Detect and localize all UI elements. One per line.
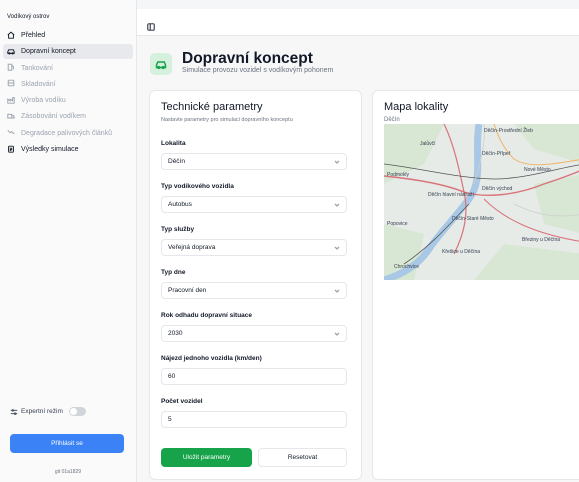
sidebar-item-tankovani[interactable]: Tankování <box>0 61 136 76</box>
sidebar-item-skladovani[interactable]: Skladování <box>0 77 136 92</box>
parameters-title: Technické parametry <box>161 101 263 113</box>
sidebar-item-prehled[interactable]: Přehled <box>0 28 136 43</box>
sidebar-item-label: Dopravní koncept <box>21 48 76 56</box>
map-label: Děčín-Přípeř <box>482 151 511 157</box>
sluzba-value: Veřejná doprava <box>168 244 216 251</box>
pocet-label: Počet vozidel <box>161 398 203 405</box>
map-label: Děčín-Staré Město <box>452 216 494 222</box>
den-select[interactable]: Pracovní den <box>161 282 347 299</box>
sidebar-item-vyroba-vodiku[interactable]: Výroba vodíku <box>0 93 136 108</box>
expert-mode-toggle[interactable] <box>68 407 86 416</box>
home-icon <box>7 31 17 41</box>
sidebar-item-degradace[interactable]: Degradace palivových článků <box>0 126 136 141</box>
map-graphic <box>384 124 579 280</box>
rok-select[interactable]: 2030 <box>161 325 347 342</box>
najezd-label: Nájezd jednoho vozidla (km/den) <box>161 355 262 362</box>
login-button[interactable]: Přihlásit se <box>10 434 124 453</box>
map-card: Mapa lokality Děčín Děčín-Prostřední Žle… <box>372 90 579 480</box>
parameters-card: Technické parametry Nastavte parametry p… <box>149 90 362 480</box>
page-title: Dopravní koncept <box>182 50 313 67</box>
map-subtitle: Děčín <box>384 117 400 123</box>
chevron-down-icon <box>334 202 340 208</box>
vozidlo-label: Typ vodíkového vozidla <box>161 183 234 190</box>
top-bar <box>137 9 579 36</box>
sluzba-select[interactable]: Veřejná doprava <box>161 239 347 256</box>
map-label: Březiny u Děčína <box>522 237 561 243</box>
lokalita-select[interactable]: Děčín <box>161 153 347 170</box>
location-map[interactable]: Děčín-Prostřední Žleb Jalůvčí Děčín-Příp… <box>384 124 579 280</box>
map-label: Děčín hlavní nádraží <box>428 192 474 198</box>
map-label: Popovice <box>387 221 408 227</box>
save-button[interactable]: Uložit parametry <box>161 448 252 467</box>
chevron-down-icon <box>334 245 340 251</box>
parameters-description: Nastavte parametry pro simulaci dopravní… <box>161 117 293 123</box>
sidebar-item-dopravni-koncept[interactable]: Dopravní koncept <box>3 44 133 60</box>
rok-value: 2030 <box>168 330 183 337</box>
sidebar-item-label: Výroba vodíku <box>21 97 66 105</box>
lokalita-label: Lokalita <box>161 140 186 147</box>
expert-mode-label: Expertní režim <box>21 408 63 415</box>
chevron-down-icon <box>334 159 340 165</box>
fuel-pump-icon <box>7 63 17 73</box>
map-label: Děčín-Prostřední Žleb <box>484 128 533 134</box>
sidebar-item-zasobovani-vodikem[interactable]: Zásobování vodíkem <box>0 109 136 124</box>
vozidlo-select[interactable]: Autobus <box>161 196 347 213</box>
den-label: Typ dne <box>161 269 186 276</box>
map-label: Děčín východ <box>482 186 513 192</box>
sidebar-nav: Přehled Dopravní koncept Tankování Sklad… <box>0 28 136 158</box>
sidebar-toggle-icon[interactable] <box>147 18 155 31</box>
den-value: Pracovní den <box>168 287 207 294</box>
sidebar-item-label: Tankování <box>21 64 53 72</box>
car-icon <box>7 47 17 57</box>
sidebar-item-vysledky-simulace[interactable]: Výsledky simulace <box>0 142 136 157</box>
map-label: Podmokly <box>387 172 409 178</box>
factory-icon <box>7 96 17 106</box>
vozidlo-value: Autobus <box>168 201 192 208</box>
sidebar: Vodíkový ostrov Přehled Dopravní koncept… <box>0 0 137 482</box>
sidebar-item-label: Degradace palivových článků <box>21 129 113 137</box>
sidebar-item-label: Výsledky simulace <box>21 146 79 154</box>
map-label: Jalůvčí <box>420 141 436 147</box>
chevron-down-icon <box>334 331 340 337</box>
database-icon <box>7 79 17 89</box>
trend-down-icon <box>7 128 17 138</box>
map-label: Křešice u Děčína <box>442 249 481 255</box>
car-icon <box>150 53 172 75</box>
chevron-down-icon <box>334 288 340 294</box>
najezd-input[interactable]: 60 <box>161 368 347 385</box>
app-title: Vodíkový ostrov <box>7 14 50 20</box>
clipboard-icon <box>7 145 17 155</box>
map-label: Nové Město <box>524 167 551 173</box>
lokalita-value: Děčín <box>168 158 185 165</box>
sliders-icon <box>10 408 18 415</box>
sluzba-label: Typ služby <box>161 226 195 233</box>
git-version: git 01a1829 <box>54 469 82 475</box>
map-title: Mapa lokality <box>384 101 449 113</box>
sidebar-item-label: Zásobování vodíkem <box>21 113 86 121</box>
sidebar-item-label: Skladování <box>21 80 56 88</box>
sidebar-item-label: Přehled <box>21 32 46 39</box>
truck-icon <box>7 112 17 122</box>
map-label: Chrochvice <box>394 264 420 270</box>
reset-button[interactable]: Resetovat <box>258 448 347 467</box>
rok-label: Rok odhadu dopravní situace <box>161 312 253 319</box>
page-subtitle: Simulace provozu vozidel s vodíkovým poh… <box>182 67 334 74</box>
pocet-input[interactable]: 5 <box>161 411 347 428</box>
expert-mode: Expertní režim <box>10 407 86 416</box>
main-content: Dopravní koncept Simulace provozu vozide… <box>137 36 579 482</box>
